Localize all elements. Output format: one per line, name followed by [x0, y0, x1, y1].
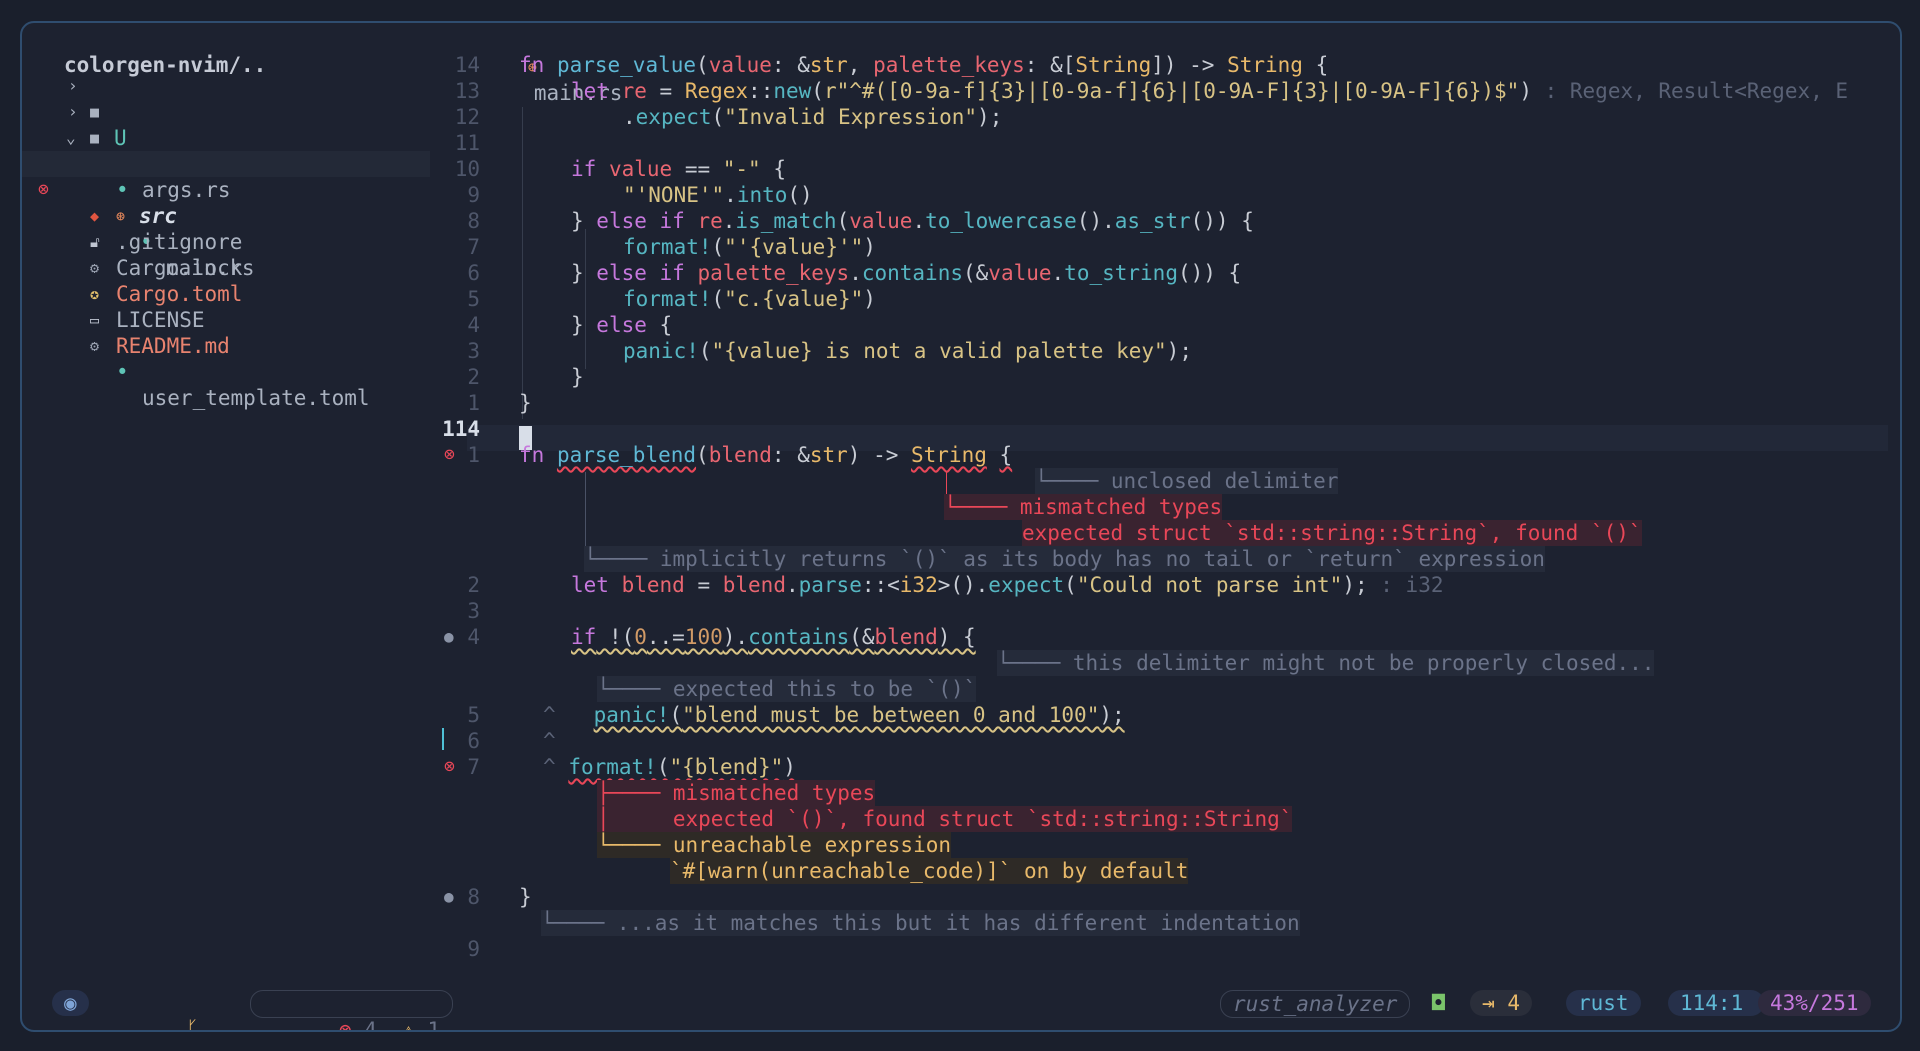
diagnostic-hint: └──── unclosed delimiter [1035, 468, 1339, 494]
tree-item-label: user_template.toml [142, 386, 370, 410]
copilot-icon[interactable]: ◘ [1426, 990, 1451, 1016]
code-line: "'NONE'".into() [623, 183, 813, 207]
inlay-hint: : Regex, Result<Regex, E [1544, 79, 1849, 103]
error-sign-icon[interactable]: ⊗ [444, 442, 455, 468]
diagnostic-error: expected struct `std::string::String`, f… [1022, 520, 1642, 546]
error-count: 4 [364, 1018, 377, 1032]
line-number: 14 [454, 53, 480, 77]
line-number: 8 [467, 209, 480, 233]
branch-icon: ᚴ [185, 1017, 199, 1032]
diagnostic-hint: └──── ...as it matches this but it has d… [541, 910, 1300, 936]
tree-item-cargo-toml[interactable]: ⚙ Cargo.toml [22, 229, 430, 306]
error-icon: ⊗ [338, 1018, 352, 1032]
lightbulb-icon[interactable]: ● [444, 884, 454, 910]
modified-dot: • [116, 360, 129, 384]
line-number: 3 [467, 339, 480, 363]
line-number: 7 [467, 235, 480, 259]
line-number: 5 [467, 703, 480, 727]
line-number: 10 [454, 157, 480, 181]
git-change-sign [442, 728, 444, 750]
code-line: format!("'{value}'") [623, 235, 876, 259]
line-number: 9 [467, 183, 480, 207]
lightbulb-icon[interactable]: ● [444, 624, 454, 650]
error-sign-icon[interactable]: ⊗ [444, 754, 455, 780]
code-line: let re = Regex::new(r"^#([0-9a-f]{3}|[0-… [571, 79, 1849, 103]
diagnostic-message: unreachable expression [672, 833, 952, 857]
line-number: 8 [467, 885, 480, 909]
git-branch[interactable]: ᚴ master [98, 990, 274, 1030]
diagnostic-error: └──── mismatched types [944, 494, 1223, 520]
diagnostic-warning: └──── unreachable expression [597, 832, 952, 858]
diagnostic-error: │ expected `()`, found struct `std::stri… [597, 806, 1293, 832]
code-line: ^ [543, 729, 556, 753]
code-line: ^ format!("{blend}") [543, 755, 796, 779]
tree-item-cargo-lock[interactable]: 🔓︎ Cargo.lock [22, 203, 430, 280]
code-line: if value == "-" { [571, 157, 786, 181]
line-number: 6 [467, 729, 480, 753]
tree-item-onedarker[interactable]: › ■ onedarker [22, 73, 430, 176]
tree-item-args-rs[interactable]: ⊛ args.rs [22, 125, 430, 202]
line-number: 9 [467, 937, 480, 961]
tree-item-user-template[interactable]: ⚙ • user_template.toml [22, 307, 430, 410]
line-number: 3 [467, 599, 480, 623]
mode-indicator: ◉ [52, 990, 89, 1016]
line-number: 2 [467, 365, 480, 389]
code-line: format!("c.{value}") [623, 287, 876, 311]
gear-icon: ⚙ [90, 337, 100, 355]
diagnostic-hint: └──── this delimiter might not be proper… [997, 650, 1655, 676]
tree-item-horizon[interactable]: › ■ U horizon [22, 47, 430, 176]
line-number: 1 [467, 391, 480, 415]
line-number: 13 [454, 79, 480, 103]
tree-item-readme[interactable]: ▭ README.md [22, 281, 430, 358]
line-number: 4 [467, 313, 480, 337]
code-line: } else if palette_keys.contains(&value.t… [571, 261, 1242, 285]
inlay-hint: : i32 [1380, 573, 1444, 597]
diagnostic-warning: `#[warn(unreachable_code)]` on by defaul… [670, 858, 1189, 884]
diagnostic-message: mismatched types [672, 781, 876, 805]
tree-item-gitignore[interactable]: ◆ .gitignore [22, 177, 430, 254]
line-number: 6 [467, 261, 480, 285]
tree-item-license[interactable]: ✪ LICENSE [22, 255, 430, 332]
cursor-position: 114:1 [1668, 990, 1764, 1016]
diagnostic-message: mismatched types [1019, 495, 1223, 519]
tree-item-src[interactable]: ⌄ ▬ • src [22, 99, 430, 228]
filetype-indicator[interactable]: rust [1566, 990, 1641, 1016]
diagnostics-summary[interactable]: ⊗ 4 ⚠ 1 [250, 990, 454, 1030]
code-line: fn parse_blend(blend: &str) -> String { [519, 443, 1013, 467]
warning-icon: ⚠ [402, 1018, 415, 1032]
code-line: } [571, 365, 584, 389]
code-line: panic!("{value} is not a valid palette k… [623, 339, 1192, 363]
line-number: 12 [454, 105, 480, 129]
diagnostic-error: ├──── mismatched types [597, 780, 876, 806]
code-line: ^ panic!("blend must be between 0 and 10… [543, 703, 1125, 727]
line-number: 1 [467, 443, 480, 467]
code-line: } [519, 391, 532, 415]
line-number: 2 [467, 573, 480, 597]
code-line: let blend = blend.parse::<i32>().expect(… [571, 573, 1444, 597]
code-line: fn parse_value(value: &str, palette_keys… [519, 53, 1329, 77]
code-line: } else { [571, 313, 673, 337]
winbar: ⊛ main.rs [452, 26, 623, 105]
code-line: } else if re.is_match(value.to_lowercase… [571, 209, 1254, 233]
tab-icon: ⇥ [1482, 991, 1495, 1015]
indent-indicator[interactable]: ⇥ 4 [1470, 990, 1532, 1016]
editor-window: colorgen-nvim/.. › ■ U horizon › ■ oneda… [20, 21, 1902, 1032]
tree-item-main-rs[interactable]: ⊗ ⊛ • main.rs [22, 151, 430, 280]
line-number: 4 [467, 625, 480, 649]
current-line-number: 114 [442, 417, 480, 441]
code-line: .expect("Invalid Expression"); [623, 105, 1003, 129]
line-number: 11 [454, 131, 480, 155]
diagnostic-message: expected `()`, found struct `std::string… [672, 807, 1293, 831]
diagnostic-hint: └──── expected this to be `()` [597, 676, 977, 702]
tree-item-label: README.md [116, 334, 230, 358]
warning-count: 1 [427, 1018, 441, 1032]
diagnostic-hint: └──── implicitly returns `()` as its bod… [584, 546, 1545, 572]
lsp-client[interactable]: rust_analyzer [1220, 990, 1411, 1018]
file-progress: 43%/251 [1758, 990, 1871, 1016]
line-number: 5 [467, 287, 480, 311]
code-line: } [519, 885, 532, 909]
code-line: if !(0..=100).contains(&blend) { [571, 625, 976, 649]
indent-size: 4 [1507, 991, 1520, 1015]
line-number: 7 [467, 755, 480, 779]
